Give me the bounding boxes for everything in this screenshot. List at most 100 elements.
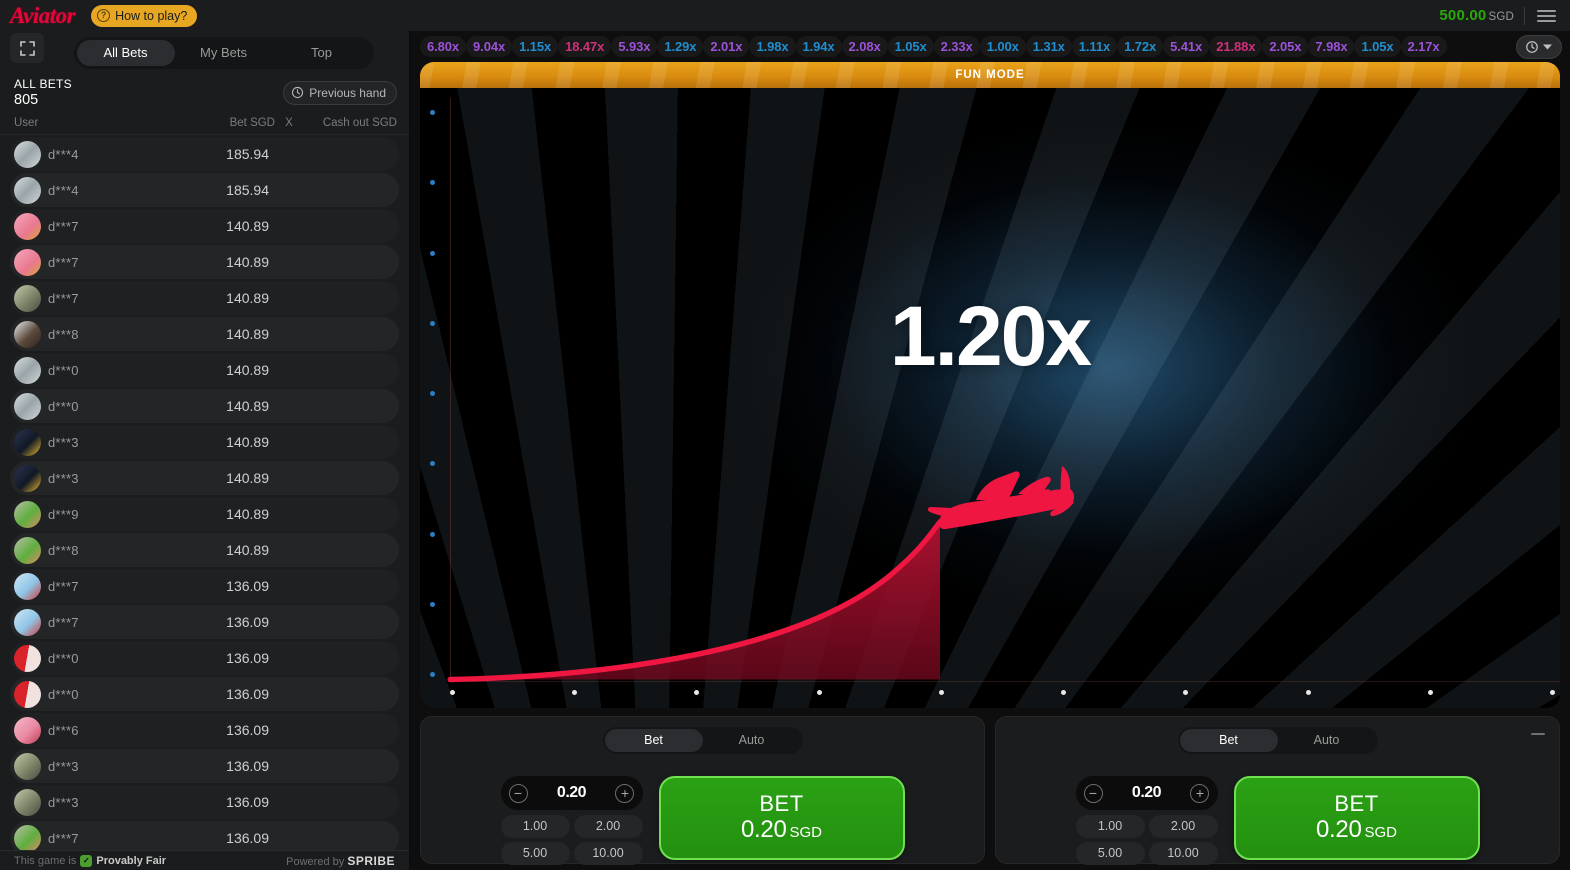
history-multiplier-chip[interactable]: 1.00x bbox=[979, 36, 1026, 57]
history-clock-icon bbox=[1526, 40, 1538, 53]
mode-tab-auto[interactable]: Auto bbox=[703, 729, 801, 752]
mode-tab-auto[interactable]: Auto bbox=[1278, 729, 1376, 752]
minus-circle-icon[interactable]: − bbox=[1083, 783, 1103, 803]
history-multiplier-chip[interactable]: 1.11x bbox=[1071, 36, 1118, 57]
place-bet-button[interactable]: BET 0.20 SGD bbox=[658, 776, 905, 860]
powered-by: Powered by SPRIBE bbox=[286, 854, 395, 868]
table-row[interactable]: d***7 136.09 bbox=[10, 569, 399, 603]
table-row[interactable]: d***7 140.89 bbox=[10, 245, 399, 279]
quick-amount-button[interactable]: 5.00 bbox=[1075, 842, 1145, 865]
history-multiplier-chip[interactable]: 18.47x bbox=[558, 36, 612, 57]
table-row[interactable]: d***7 136.09 bbox=[10, 821, 399, 850]
history-multiplier-chip[interactable]: 2.05x bbox=[1262, 36, 1309, 57]
previous-hand-button[interactable]: Previous hand bbox=[283, 80, 397, 105]
avatar bbox=[14, 608, 41, 636]
stake-value[interactable]: 0.20 bbox=[557, 784, 587, 802]
history-multiplier-chip[interactable]: 1.29x bbox=[657, 36, 704, 57]
bet-amount: 140.89 bbox=[226, 290, 269, 306]
mode-tab-bet[interactable]: Bet bbox=[604, 729, 703, 752]
minimize-icon[interactable] bbox=[1531, 733, 1545, 735]
quantity-stepper: − 0.20 + bbox=[500, 776, 643, 810]
history-multiplier-chip[interactable]: 5.41x bbox=[1163, 36, 1210, 57]
table-row[interactable]: d***7 136.09 bbox=[10, 605, 399, 639]
fullscreen-icon[interactable] bbox=[10, 33, 44, 63]
how-to-play-button[interactable]: ? How to play? bbox=[91, 4, 198, 27]
body: All Bets My Bets Top ALL BETS 805 Previous… bbox=[0, 31, 1570, 870]
table-row[interactable]: d***6 136.09 bbox=[10, 713, 399, 747]
bet-button-amount-row: 0.20 SGD bbox=[1316, 816, 1397, 844]
tab-my-bets[interactable]: My Bets bbox=[175, 40, 273, 66]
avatar bbox=[14, 788, 41, 816]
tab-all-bets[interactable]: All Bets bbox=[76, 40, 175, 66]
table-row[interactable]: d***4 185.94 bbox=[10, 173, 399, 207]
bet-user-name: d***3 bbox=[48, 758, 79, 774]
bet-user-name: d***0 bbox=[48, 362, 79, 378]
plus-circle-icon[interactable]: + bbox=[1190, 783, 1210, 803]
history-multiplier-chip[interactable]: 2.01x bbox=[703, 36, 750, 57]
avatar bbox=[14, 824, 41, 850]
bet-amount: 140.89 bbox=[226, 362, 269, 378]
bet-button-label: BET bbox=[759, 790, 804, 816]
history-multiplier-chip[interactable]: 2.08x bbox=[841, 36, 888, 57]
table-row[interactable]: d***3 140.89 bbox=[10, 425, 399, 459]
history-multiplier-chip[interactable]: 1.15x bbox=[512, 36, 559, 57]
bet-amount: 185.94 bbox=[226, 182, 269, 198]
balance-display: 500.00 SGD bbox=[1439, 7, 1514, 24]
table-row[interactable]: d***9 140.89 bbox=[10, 497, 399, 531]
bet-amount: 136.09 bbox=[226, 578, 269, 594]
table-row[interactable]: d***7 140.89 bbox=[10, 281, 399, 315]
avatar bbox=[14, 428, 41, 456]
history-multiplier-chip[interactable]: 1.72x bbox=[1117, 36, 1164, 57]
bets-list[interactable]: d***4 185.94 d***4 185.94 d***7 140.89 d***7 14… bbox=[0, 135, 409, 850]
table-row[interactable]: d***4 185.94 bbox=[10, 137, 399, 171]
table-row[interactable]: d***0 140.89 bbox=[10, 389, 399, 423]
table-row[interactable]: d***0 136.09 bbox=[10, 677, 399, 711]
history-multiplier-chip[interactable]: 2.33x bbox=[933, 36, 980, 57]
place-bet-button[interactable]: BET 0.20 SGD bbox=[1233, 776, 1480, 860]
quick-amount-button[interactable]: 5.00 bbox=[500, 842, 570, 865]
table-row[interactable]: d***8 140.89 bbox=[10, 533, 399, 567]
history-multiplier-chip[interactable]: 5.93x bbox=[611, 36, 658, 57]
table-row[interactable]: d***3 136.09 bbox=[10, 749, 399, 783]
quick-amount-button[interactable]: 10.00 bbox=[573, 842, 643, 865]
powered-brand: SPRIBE bbox=[347, 853, 395, 868]
history-clock-icon bbox=[292, 86, 304, 99]
quick-amount-button[interactable]: 2.00 bbox=[1148, 815, 1218, 838]
provably-fair[interactable]: This game is ✓ Provably Fair bbox=[14, 854, 166, 867]
question-mark-icon: ? bbox=[97, 9, 111, 22]
bet-button-currency: SGD bbox=[789, 824, 823, 842]
tab-top[interactable]: Top bbox=[273, 40, 371, 66]
bet-button-currency: SGD bbox=[1364, 824, 1398, 842]
history-multiplier-chip[interactable]: 1.05x bbox=[1354, 36, 1401, 57]
history-multiplier-chip[interactable]: 9.04x bbox=[466, 36, 513, 57]
bet-button-amount: 0.20 bbox=[740, 816, 787, 844]
history-toggle-button[interactable] bbox=[1516, 34, 1562, 59]
mode-tab-bet[interactable]: Bet bbox=[1179, 729, 1278, 752]
quick-amount-button[interactable]: 10.00 bbox=[1148, 842, 1218, 865]
history-multiplier-chip[interactable]: 21.88x bbox=[1209, 36, 1263, 57]
history-multiplier-chip[interactable]: 1.98x bbox=[749, 36, 796, 57]
aviator-logo: Aviator bbox=[10, 3, 76, 28]
minus-circle-icon[interactable]: − bbox=[508, 783, 528, 803]
table-row[interactable]: d***7 140.89 bbox=[10, 209, 399, 243]
quick-amount-button[interactable]: 1.00 bbox=[500, 815, 570, 838]
hamburger-menu-icon[interactable] bbox=[1535, 8, 1558, 24]
table-row[interactable]: d***3 140.89 bbox=[10, 461, 399, 495]
history-multiplier-chip[interactable]: 1.31x bbox=[1025, 36, 1072, 57]
table-row[interactable]: d***8 140.89 bbox=[10, 317, 399, 351]
quick-amount-button[interactable]: 1.00 bbox=[1075, 815, 1145, 838]
table-row[interactable]: d***0 136.09 bbox=[10, 641, 399, 675]
plus-circle-icon[interactable]: + bbox=[615, 783, 635, 803]
quick-amount-button[interactable]: 2.00 bbox=[573, 815, 643, 838]
stake-value[interactable]: 0.20 bbox=[1132, 784, 1162, 802]
avatar bbox=[14, 212, 41, 240]
table-row[interactable]: d***3 136.09 bbox=[10, 785, 399, 819]
history-multiplier-chip[interactable]: 7.98x bbox=[1308, 36, 1355, 57]
multiplier-history-bar: 6.80x 9.04x 1.15x 18.47x 5.93x 1.29x 2.01x 1.98… bbox=[410, 31, 1570, 62]
history-multiplier-chip[interactable]: 1.94x bbox=[795, 36, 842, 57]
table-row[interactable]: d***0 140.89 bbox=[10, 353, 399, 387]
history-multiplier-chip[interactable]: 6.80x bbox=[420, 36, 467, 57]
history-multiplier-chip[interactable]: 2.17x bbox=[1400, 36, 1447, 57]
history-multiplier-chip[interactable]: 1.05x bbox=[887, 36, 934, 57]
fun-mode-label: FUN MODE bbox=[955, 69, 1025, 81]
